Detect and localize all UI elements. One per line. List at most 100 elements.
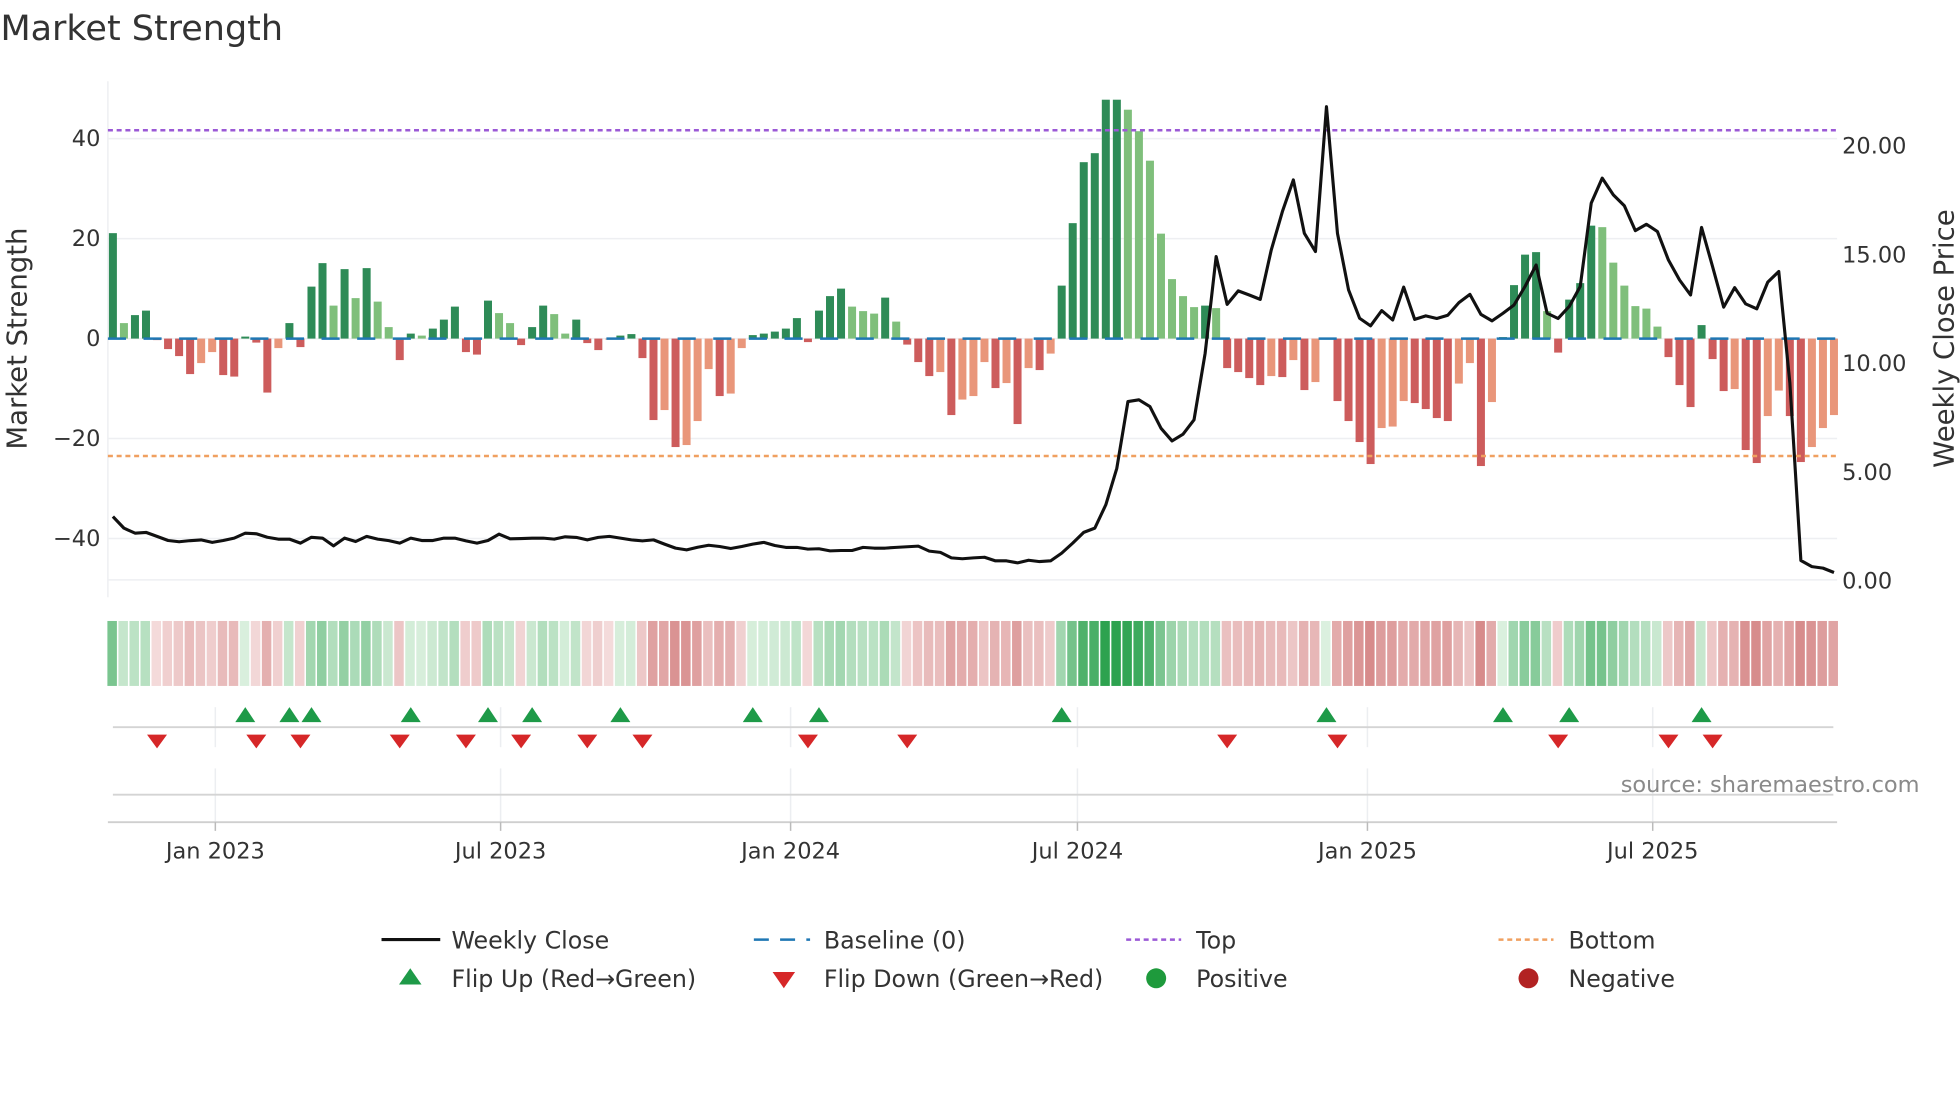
strip-cell bbox=[934, 620, 945, 686]
strip-cell bbox=[824, 620, 835, 686]
strip-cell bbox=[1651, 620, 1662, 686]
strip-cell bbox=[140, 620, 150, 686]
chart-title: Market Strength bbox=[0, 9, 283, 49]
strength-bar bbox=[1421, 338, 1430, 410]
strength-bar bbox=[197, 338, 206, 364]
legend: Weekly Close Baseline (0) Top Bottom Fli… bbox=[381, 926, 1675, 993]
flip-down-marker bbox=[632, 734, 653, 749]
flip-down-marker bbox=[1327, 734, 1348, 749]
flip-up-marker bbox=[1559, 707, 1580, 723]
strip-cell bbox=[1276, 620, 1287, 686]
strip-cell bbox=[1078, 620, 1088, 686]
flip-down-marker bbox=[897, 734, 918, 749]
flip-down-marker bbox=[1548, 734, 1569, 749]
strength-bar bbox=[329, 305, 338, 339]
strength-bar bbox=[1344, 338, 1353, 422]
strength-bar bbox=[826, 296, 835, 339]
strip-cell bbox=[989, 620, 1000, 686]
strip-cell bbox=[350, 620, 360, 686]
strength-bar bbox=[1653, 326, 1662, 339]
strength-bar bbox=[792, 318, 801, 339]
legend-bottom[interactable]: Bottom bbox=[1498, 926, 1656, 954]
strip-cell bbox=[1409, 620, 1419, 686]
strength-bar bbox=[594, 338, 603, 351]
strip-cell bbox=[416, 620, 426, 686]
strength-bar bbox=[1311, 338, 1320, 383]
legend-positive[interactable]: Positive bbox=[1146, 965, 1288, 993]
strength-bar bbox=[1377, 338, 1386, 429]
strip-cell bbox=[1001, 620, 1011, 686]
x-tick-label: Jan 2024 bbox=[739, 838, 840, 864]
strength-bar bbox=[1289, 338, 1298, 361]
legend-flip-down[interactable]: Flip Down (Green→Red) bbox=[772, 965, 1104, 993]
strength-bar bbox=[141, 310, 150, 339]
strength-bar bbox=[1002, 338, 1011, 384]
strip-cell bbox=[261, 620, 272, 686]
strength-bar bbox=[528, 327, 537, 339]
strip-cell bbox=[1530, 620, 1541, 686]
strength-bar bbox=[561, 333, 570, 339]
strip-cell bbox=[394, 620, 404, 686]
strip-cell bbox=[1067, 620, 1077, 686]
strip-cell bbox=[1552, 620, 1563, 686]
strength-bar bbox=[1123, 109, 1132, 339]
strip-cell bbox=[1508, 620, 1519, 686]
strength-bar bbox=[263, 338, 272, 393]
strip-cell bbox=[1133, 620, 1143, 686]
strip-cell bbox=[879, 620, 890, 686]
strength-bar bbox=[1454, 338, 1463, 384]
strip-cell bbox=[714, 620, 724, 686]
strength-bar bbox=[991, 338, 1000, 389]
flip-up-marker bbox=[742, 707, 763, 723]
y-tick-label: 0 bbox=[86, 326, 100, 352]
legend-flip-up[interactable]: Flip Up (Red→Green) bbox=[399, 965, 696, 993]
y-right-tick-label: 20.00 bbox=[1842, 134, 1906, 160]
strip-cell bbox=[1762, 620, 1772, 686]
legend-top[interactable]: Top bbox=[1126, 926, 1236, 954]
strength-bar bbox=[1476, 338, 1485, 467]
strength-bar bbox=[1234, 338, 1243, 373]
strength-bar bbox=[1267, 338, 1276, 377]
legend-weekly-close[interactable]: Weekly Close bbox=[381, 926, 610, 954]
strength-bar bbox=[1609, 262, 1618, 339]
strength-bar bbox=[1300, 338, 1309, 391]
flip-down-marker bbox=[1217, 734, 1238, 749]
strength-bar bbox=[1631, 306, 1640, 339]
strip-cell bbox=[1387, 620, 1397, 686]
strip-cell bbox=[162, 620, 173, 686]
flip-up-marker bbox=[235, 707, 256, 723]
legend-label: Positive bbox=[1196, 965, 1287, 993]
strength-bar bbox=[130, 315, 139, 339]
strip-cell bbox=[504, 620, 515, 686]
strip-cell bbox=[868, 620, 879, 686]
flip-up-marker bbox=[1691, 707, 1712, 723]
legend-negative[interactable]: Negative bbox=[1518, 965, 1675, 993]
strip-cell bbox=[956, 620, 967, 686]
strip-cell bbox=[1475, 620, 1485, 686]
strip-cell bbox=[1122, 620, 1132, 686]
strip-cell bbox=[570, 620, 581, 686]
strip-cell bbox=[890, 620, 901, 686]
strip-cell bbox=[438, 620, 448, 686]
strength-bar bbox=[1278, 338, 1287, 378]
strip-cell bbox=[1662, 620, 1673, 686]
legend-baseline[interactable]: Baseline (0) bbox=[753, 926, 966, 954]
strip-cell bbox=[1023, 620, 1033, 686]
strip-cell bbox=[1332, 620, 1342, 686]
strip-cell bbox=[283, 620, 294, 686]
strip-cell bbox=[945, 620, 956, 686]
strip-cell bbox=[802, 620, 812, 686]
strength-bar bbox=[1101, 99, 1110, 339]
strength-bar bbox=[1333, 338, 1342, 402]
strip-cell bbox=[692, 620, 702, 686]
legend-label: Flip Up (Red→Green) bbox=[451, 965, 696, 993]
flip-down-marker bbox=[147, 734, 168, 749]
strength-bar bbox=[1013, 338, 1022, 425]
strip-cell bbox=[1287, 620, 1298, 686]
flip-up-marker bbox=[1492, 707, 1513, 723]
strip-cell bbox=[1828, 620, 1838, 686]
x-tick-label: Jul 2024 bbox=[1030, 838, 1123, 864]
strength-bar bbox=[1443, 338, 1452, 422]
strip-cell bbox=[515, 620, 526, 686]
strip-cell bbox=[449, 620, 459, 686]
